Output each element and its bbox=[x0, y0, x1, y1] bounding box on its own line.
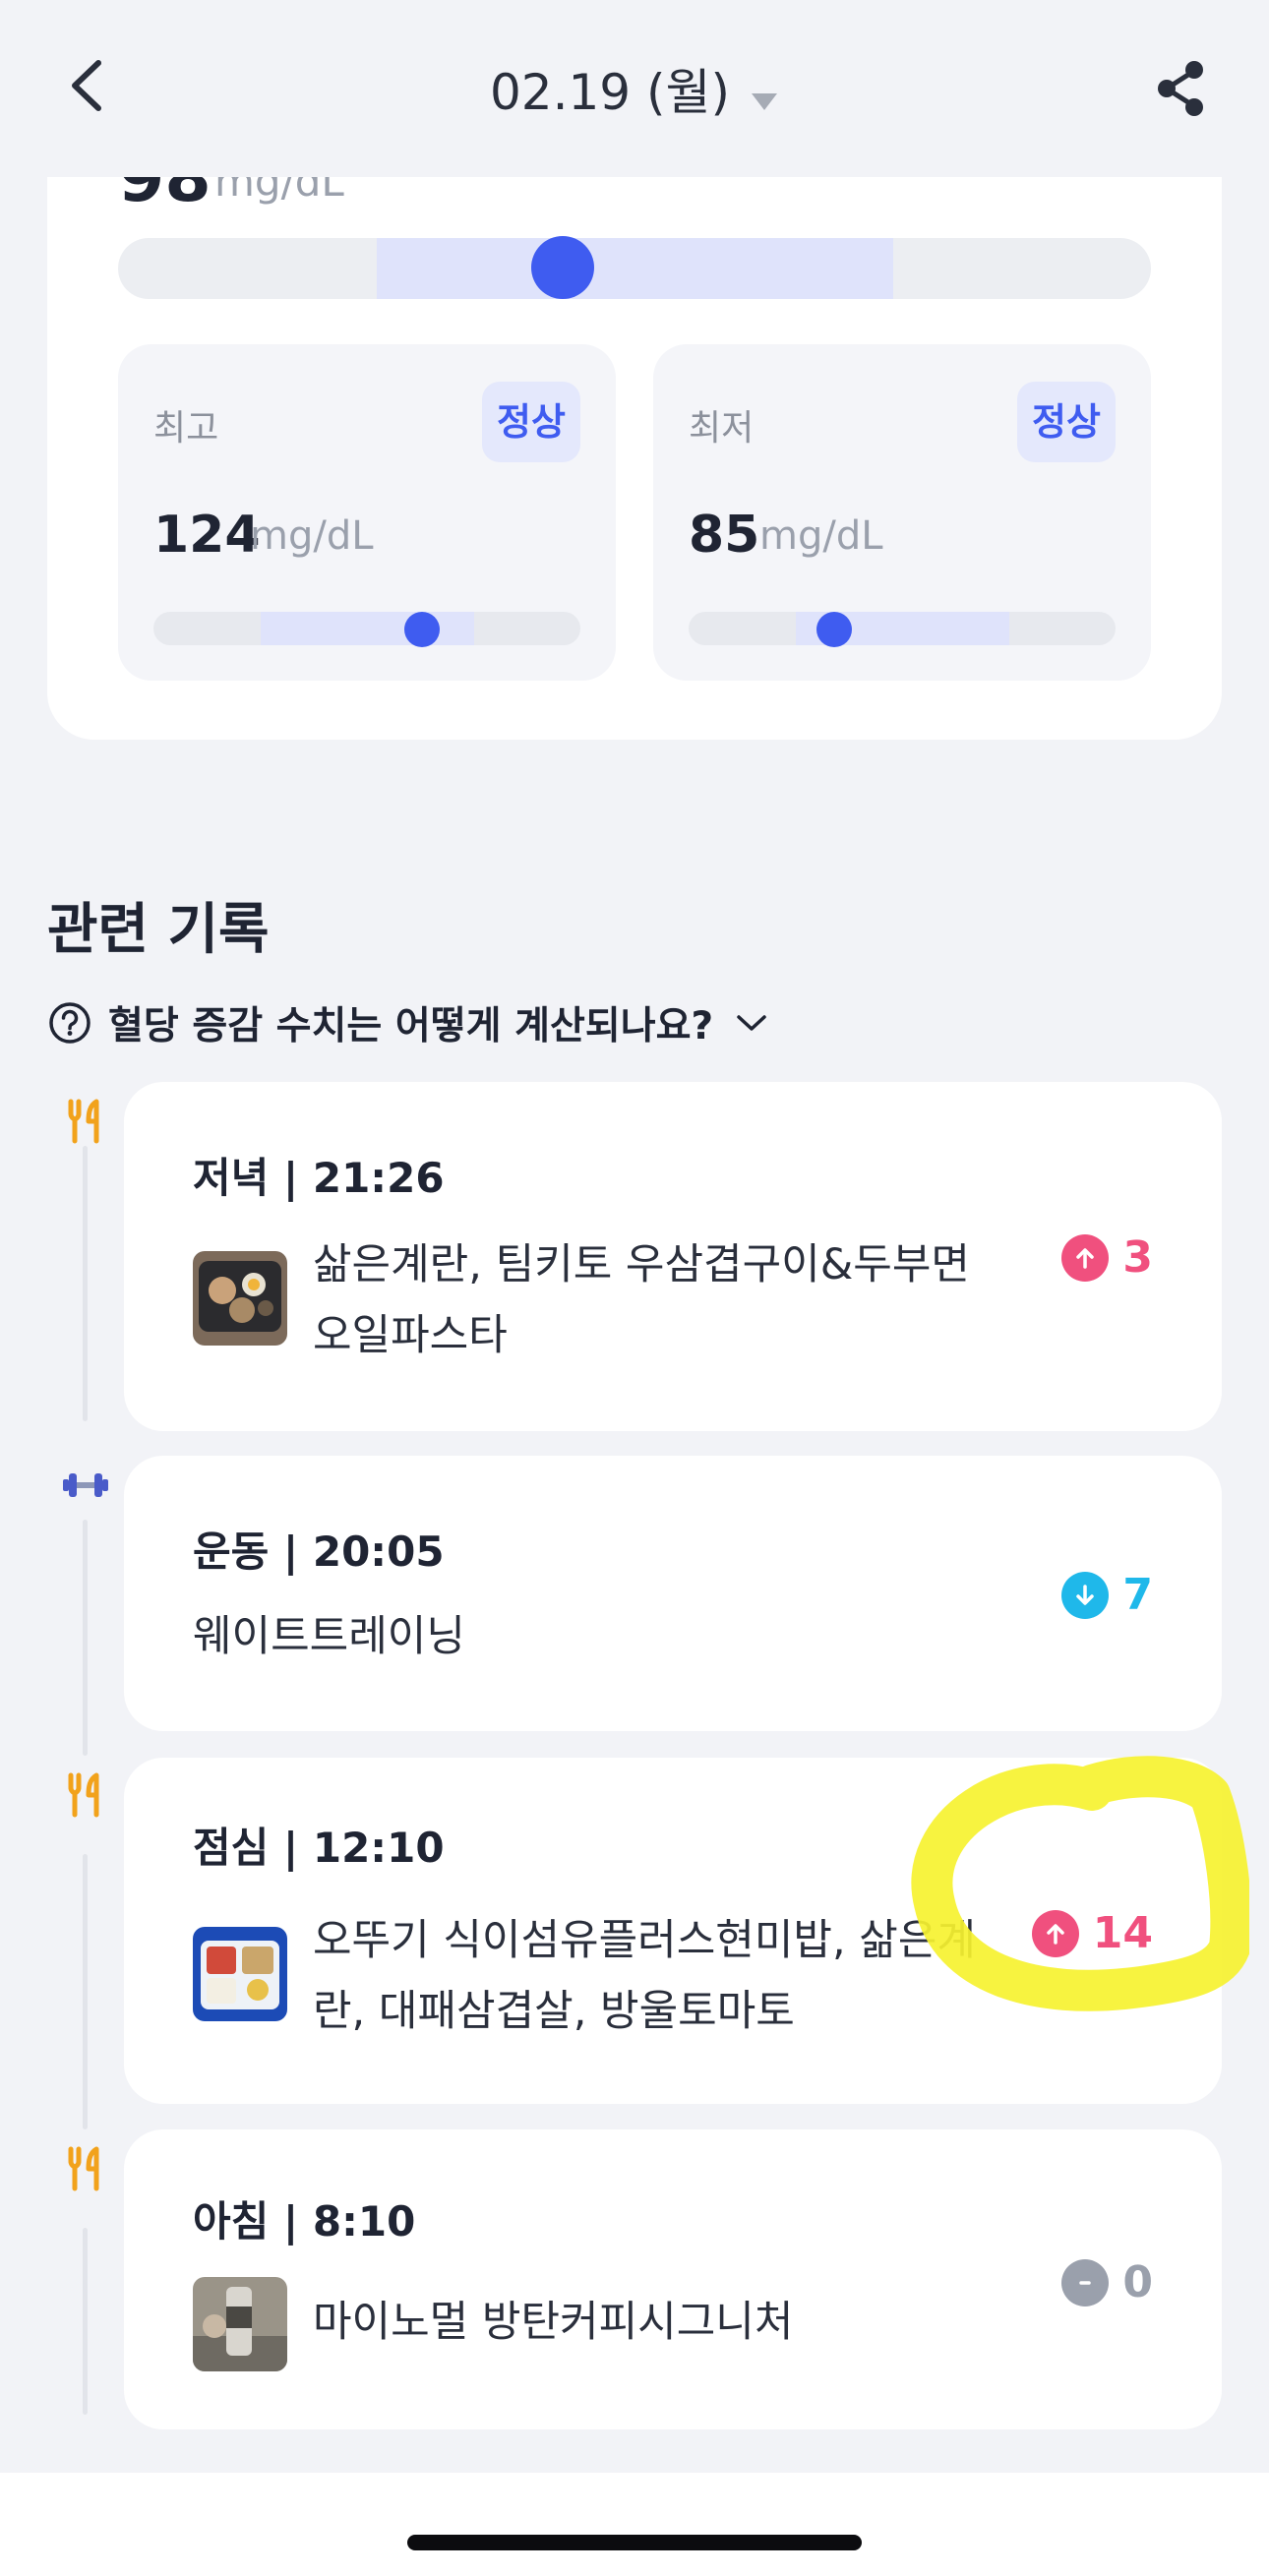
glucose-range-track bbox=[118, 238, 1151, 299]
max-range-track bbox=[153, 612, 580, 645]
record-title: 아침 | 8:10 bbox=[193, 2197, 416, 2246]
arrow-up-icon bbox=[1031, 1909, 1079, 1957]
record-description: 오뚜기 식이섬유플러스현미밥, 삶은계란, 대패삼겹살, 방울토마토 bbox=[313, 1916, 976, 2036]
max-glucose-box: 최고 정상 124 mg/dL bbox=[118, 344, 616, 681]
record-card-exercise[interactable]: 운동 | 20:05 웨이트트레이닝 7 bbox=[124, 1456, 1222, 1731]
arrow-down-icon bbox=[1061, 1571, 1110, 1619]
change-value: 7 bbox=[1122, 1570, 1153, 1620]
arrow-up-icon bbox=[1061, 1233, 1110, 1282]
glucose-change: 0 bbox=[1061, 2257, 1153, 2307]
timeline-line bbox=[83, 2228, 88, 2415]
max-unit: mg/dL bbox=[250, 513, 374, 559]
meal-photo bbox=[193, 1251, 287, 1346]
glucose-change: 3 bbox=[1061, 1232, 1153, 1283]
record-title: 점심 | 12:10 bbox=[193, 1824, 445, 1872]
record-title: 운동 | 20:05 bbox=[193, 1528, 445, 1576]
dumbbell-icon bbox=[61, 1461, 110, 1510]
share-icon bbox=[1158, 61, 1203, 116]
glucose-change: 7 bbox=[1061, 1570, 1153, 1620]
max-value: 124 bbox=[153, 506, 261, 565]
normal-range-band bbox=[376, 238, 893, 299]
chevron-down-icon bbox=[737, 1015, 766, 1031]
bottom-safe-area bbox=[0, 2473, 1269, 2576]
min-value: 85 bbox=[689, 506, 760, 565]
change-value: 0 bbox=[1122, 2257, 1153, 2307]
min-range-track bbox=[689, 612, 1116, 645]
section-title: 관련 기록 bbox=[47, 898, 270, 962]
record-card-lunch[interactable]: 점심 | 12:10 오뚜기 식이섬유플러스현미밥, 삶은계란, 대패삼겹살, … bbox=[124, 1758, 1222, 2104]
change-value: 3 bbox=[1122, 1232, 1153, 1283]
change-value: 14 bbox=[1092, 1908, 1153, 1958]
date-label: 02.19 (월) bbox=[489, 64, 731, 121]
fork-knife-icon bbox=[61, 2144, 110, 2193]
date-selector[interactable]: 02.19 (월) bbox=[0, 53, 1269, 125]
fork-knife-icon bbox=[61, 1097, 110, 1146]
meal-photo bbox=[193, 1927, 287, 2021]
glucose-change: 14 bbox=[1031, 1908, 1153, 1958]
share-button[interactable] bbox=[1149, 57, 1212, 120]
record-description: 삶은계란, 팀키토 우삼겹구이&두부면 오일파스타 bbox=[313, 1240, 970, 1360]
timeline-line bbox=[83, 1520, 88, 1756]
meal-photo bbox=[193, 2277, 287, 2371]
record-card-dinner[interactable]: 저녁 | 21:26 삶은계란, 팀키토 우삼겹구이&두부면 오일파스타 3 bbox=[124, 1082, 1222, 1431]
top-nav-bar: 02.19 (월) bbox=[0, 0, 1269, 177]
max-status-badge: 정상 bbox=[482, 382, 580, 462]
current-glucose-marker bbox=[530, 236, 594, 299]
record-description: 마이노멀 방탄커피시그니처 bbox=[313, 2298, 794, 2347]
record-description: 웨이트트레이닝 bbox=[193, 1612, 465, 1661]
question-circle-icon bbox=[49, 1002, 91, 1044]
fork-knife-icon bbox=[61, 1770, 110, 1820]
min-label: 최저 bbox=[689, 408, 755, 449]
timeline-line bbox=[83, 1854, 88, 2129]
timeline-line bbox=[83, 1146, 88, 1421]
max-normal-range-band bbox=[260, 612, 474, 645]
record-title: 저녁 | 21:26 bbox=[193, 1154, 445, 1202]
help-expander[interactable]: 혈당 증감 수치는 어떻게 계산되나요? bbox=[47, 995, 768, 1050]
min-status-badge: 정상 bbox=[1017, 382, 1116, 462]
max-label: 최고 bbox=[153, 408, 219, 449]
record-card-breakfast[interactable]: 아침 | 8:10 마이노멀 방탄커피시그니처 0 bbox=[124, 2129, 1222, 2429]
min-unit: mg/dL bbox=[759, 513, 883, 559]
minus-icon bbox=[1061, 2258, 1110, 2306]
help-text: 혈당 증감 수치는 어떻게 계산되나요? bbox=[108, 1004, 714, 1048]
caret-down-icon bbox=[750, 68, 779, 125]
min-value-marker bbox=[816, 612, 852, 647]
min-glucose-box: 최저 정상 85 mg/dL bbox=[653, 344, 1151, 681]
home-indicator[interactable] bbox=[407, 2535, 862, 2550]
